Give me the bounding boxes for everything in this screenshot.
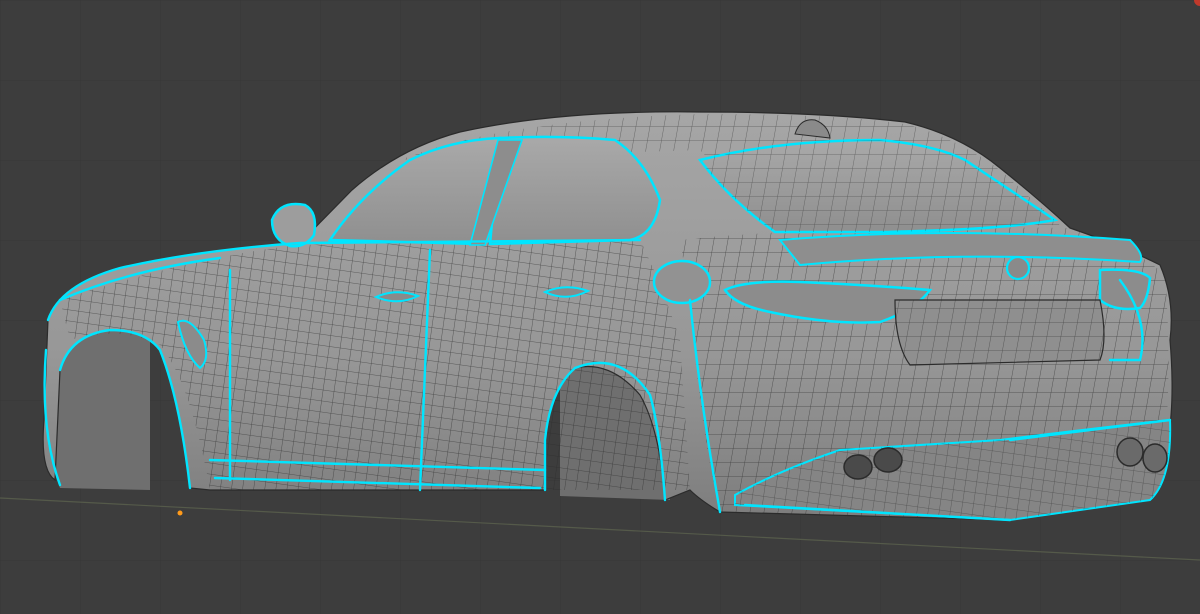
exhaust-left-2 xyxy=(873,447,903,473)
rear-emblem xyxy=(1005,255,1031,281)
3d-viewport[interactable] xyxy=(0,0,1200,614)
exhaust-left-1 xyxy=(843,454,873,480)
tail-light-right xyxy=(1098,268,1152,311)
side-mirror xyxy=(270,202,317,248)
exhaust-right-1 xyxy=(1116,437,1144,467)
object-origin xyxy=(177,510,183,516)
scene xyxy=(0,0,1200,614)
exhaust-right-2 xyxy=(1142,443,1168,473)
fuel-cap xyxy=(652,259,712,305)
